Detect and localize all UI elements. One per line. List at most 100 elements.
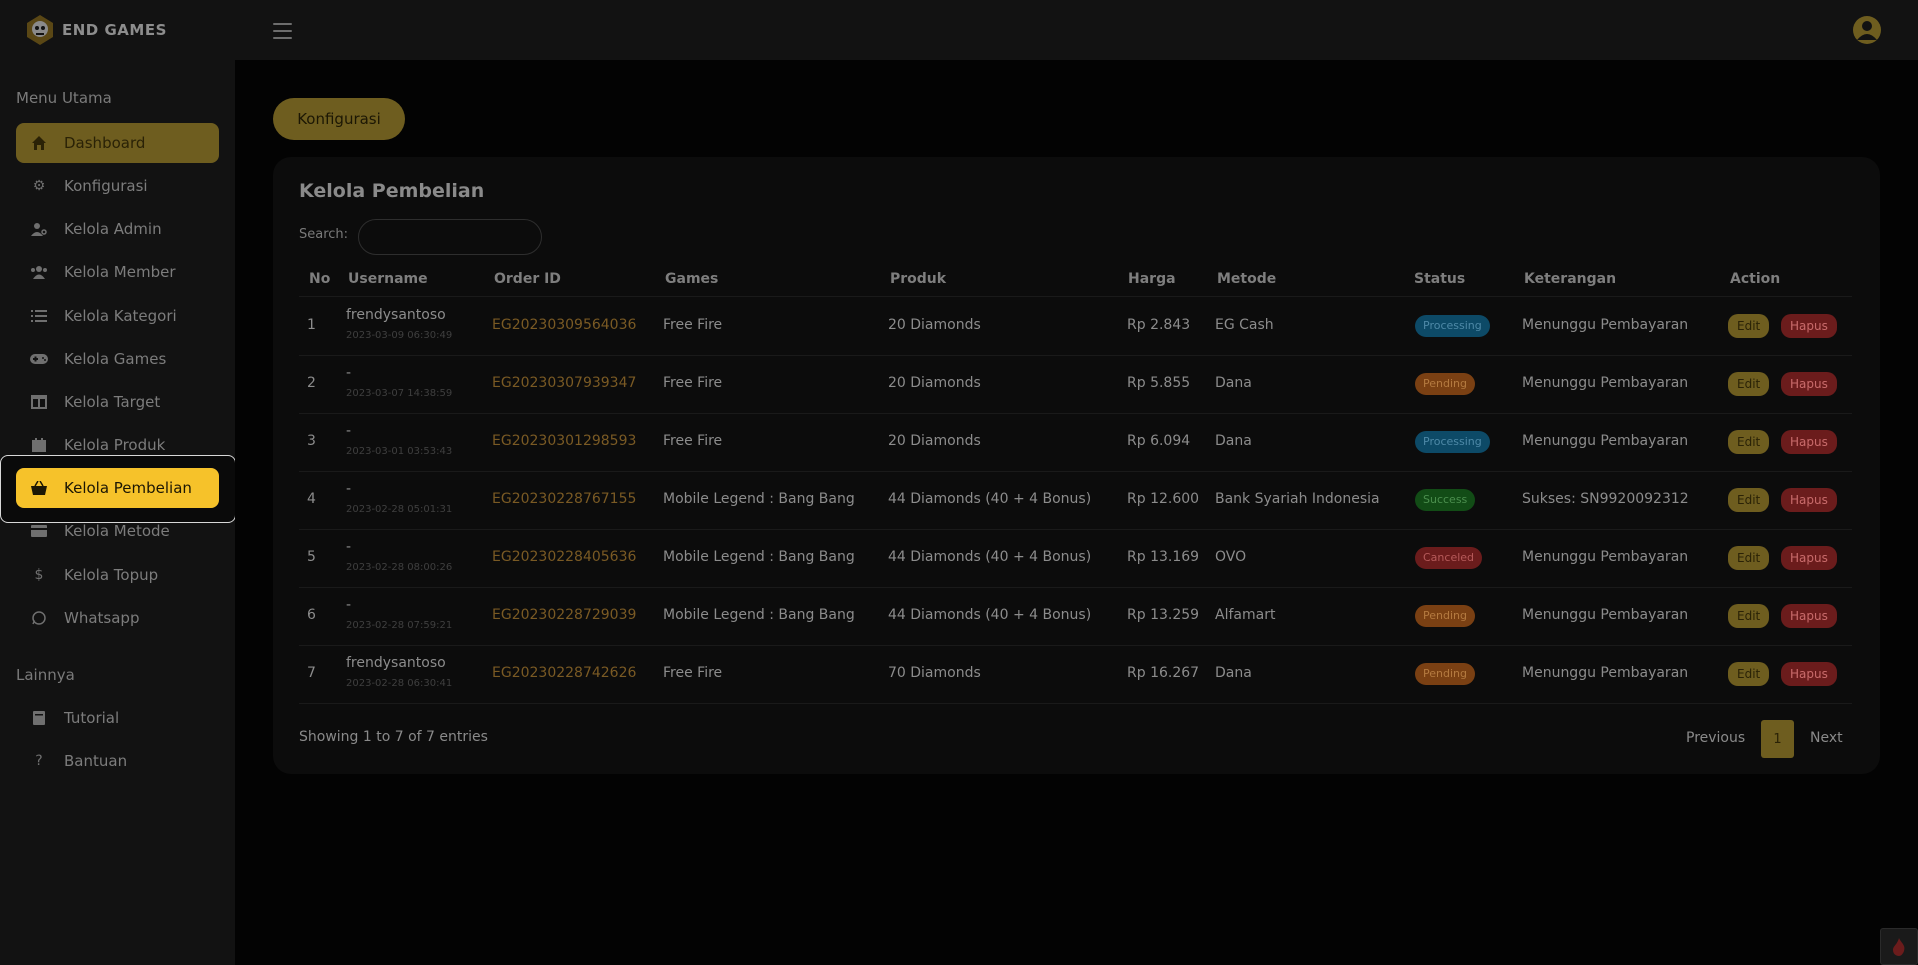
row-username: frendysantoso xyxy=(346,655,446,671)
search-label: Search: xyxy=(299,227,349,242)
row-number: 3 xyxy=(307,433,316,449)
sidebar-item-kelola-kategori[interactable]: Kelola Kategori xyxy=(16,296,219,336)
sidebar-item-label: Tutorial xyxy=(64,709,120,727)
row-order-id[interactable]: EG20230228767155 xyxy=(492,491,636,507)
row-order-id[interactable]: EG20230301298593 xyxy=(492,433,636,449)
edit-button[interactable]: Edit xyxy=(1728,546,1770,570)
row-order-id[interactable]: EG20230228405636 xyxy=(492,549,636,565)
edit-button[interactable]: Edit xyxy=(1728,372,1770,396)
row-order-id[interactable]: EG20230307939347 xyxy=(492,375,636,391)
calendar-icon xyxy=(30,436,48,454)
row-metode: Dana xyxy=(1215,375,1252,391)
sidebar-item-kelola-target[interactable]: Kelola Target xyxy=(16,382,219,422)
sidebar-item-label: Kelola Produk xyxy=(64,436,166,454)
row-harga: Rp 12.600 xyxy=(1127,491,1200,507)
row-produk: 44 Diamonds (40 + 4 Bonus) xyxy=(888,607,1092,623)
row-keterangan: Menunggu Pembayaran xyxy=(1522,607,1689,623)
edit-button[interactable]: Edit xyxy=(1728,488,1770,512)
basket-icon xyxy=(30,479,48,497)
sidebar-item-kelola-metode[interactable]: Kelola Metode xyxy=(16,511,219,551)
row-produk: 20 Diamonds xyxy=(888,433,981,449)
edit-button[interactable]: Edit xyxy=(1728,430,1770,454)
sidebar-item-whatsapp[interactable]: Whatsapp xyxy=(16,598,219,638)
sidebar-item-kelola-admin[interactable]: Kelola Admin xyxy=(16,209,219,249)
row-date: 2023-03-09 06:30:49 xyxy=(346,330,453,341)
sidebar-item-dashboard[interactable]: Dashboard xyxy=(16,123,219,163)
column-header-games[interactable]: Games xyxy=(665,271,718,287)
delete-button[interactable]: Hapus xyxy=(1781,604,1837,628)
delete-button[interactable]: Hapus xyxy=(1781,372,1837,396)
row-game: Free Fire xyxy=(663,317,723,333)
column-header-no[interactable]: No xyxy=(309,271,330,287)
sidebar-item-bantuan[interactable]: ? Bantuan xyxy=(16,741,219,781)
delete-button[interactable]: Hapus xyxy=(1781,488,1837,512)
sidebar-item-label: Kelola Target xyxy=(64,393,161,411)
row-number: 4 xyxy=(307,491,316,507)
row-date: 2023-02-28 08:00:26 xyxy=(346,562,453,573)
menu-toggle-icon[interactable] xyxy=(273,23,292,39)
row-game: Free Fire xyxy=(663,375,723,391)
row-order-id[interactable]: EG20230228729039 xyxy=(492,607,636,623)
entries-info: Showing 1 to 7 of 7 entries xyxy=(299,729,488,745)
row-metode: Dana xyxy=(1215,665,1252,681)
row-divider xyxy=(299,355,1852,356)
konfigurasi-button[interactable]: Konfigurasi xyxy=(273,98,405,140)
row-metode: OVO xyxy=(1215,549,1247,565)
pagination-next[interactable]: Next xyxy=(1810,730,1843,746)
search-input[interactable] xyxy=(358,219,542,255)
status-badge: Pending xyxy=(1415,373,1475,395)
user-avatar-icon[interactable] xyxy=(1852,15,1882,45)
row-username: - xyxy=(346,597,352,613)
row-produk: 44 Diamonds (40 + 4 Bonus) xyxy=(888,491,1092,507)
edit-button[interactable]: Edit xyxy=(1728,604,1770,628)
edit-button[interactable]: Edit xyxy=(1728,314,1770,338)
question-icon: ? xyxy=(35,753,43,769)
gamepad-icon xyxy=(30,350,48,368)
row-game: Mobile Legend : Bang Bang xyxy=(663,549,855,565)
row-keterangan: Menunggu Pembayaran xyxy=(1522,665,1689,681)
delete-button[interactable]: Hapus xyxy=(1781,662,1837,686)
column-header-keterangan[interactable]: Keterangan xyxy=(1524,271,1616,287)
delete-button[interactable]: Hapus xyxy=(1781,430,1837,454)
row-produk: 20 Diamonds xyxy=(888,375,981,391)
row-divider xyxy=(299,529,1852,530)
dollar-icon: $ xyxy=(34,567,44,583)
status-badge: Pending xyxy=(1415,605,1475,627)
edit-button[interactable]: Edit xyxy=(1728,662,1770,686)
sidebar-item-tutorial[interactable]: Tutorial xyxy=(16,698,219,738)
list-icon xyxy=(30,307,48,325)
row-order-id[interactable]: EG20230309564036 xyxy=(492,317,636,333)
sidebar-item-label: Kelola Games xyxy=(64,350,167,368)
sidebar-item-kelola-games[interactable]: Kelola Games xyxy=(16,339,219,379)
sidebar-item-kelola-member[interactable]: Kelola Member xyxy=(16,252,219,292)
header-divider xyxy=(299,296,1852,297)
row-date: 2023-02-28 06:30:41 xyxy=(346,678,453,689)
delete-button[interactable]: Hapus xyxy=(1781,546,1837,570)
row-username: frendysantoso xyxy=(346,307,446,323)
card-icon xyxy=(30,522,48,540)
sidebar-item-label: Whatsapp xyxy=(64,609,140,627)
row-game: Mobile Legend : Bang Bang xyxy=(663,491,855,507)
sidebar-item-konfigurasi[interactable]: ⚙ Konfigurasi xyxy=(16,166,219,206)
column-header-metode[interactable]: Metode xyxy=(1217,271,1276,287)
pagination-page-1[interactable]: 1 xyxy=(1761,720,1794,758)
row-harga: Rp 13.259 xyxy=(1127,607,1200,623)
row-username: - xyxy=(346,481,352,497)
row-username: - xyxy=(346,539,352,555)
row-order-id[interactable]: EG20230228742626 xyxy=(492,665,636,681)
row-harga: Rp 13.169 xyxy=(1127,549,1200,565)
row-date: 2023-02-28 07:59:21 xyxy=(346,620,453,631)
column-header-status[interactable]: Status xyxy=(1414,271,1465,287)
sidebar-item-kelola-pembelian[interactable]: Kelola Pembelian xyxy=(16,468,219,508)
flame-icon[interactable] xyxy=(1880,928,1918,965)
sidebar-item-label: Kelola Topup xyxy=(64,566,159,584)
column-header-order-id[interactable]: Order ID xyxy=(494,271,561,287)
sidebar-item-kelola-topup[interactable]: $ Kelola Topup xyxy=(16,555,219,595)
column-header-username[interactable]: Username xyxy=(348,271,428,287)
column-header-harga[interactable]: Harga xyxy=(1128,271,1176,287)
row-harga: Rp 5.855 xyxy=(1127,375,1191,391)
delete-button[interactable]: Hapus xyxy=(1781,314,1837,338)
column-header-produk[interactable]: Produk xyxy=(890,271,946,287)
pagination-previous[interactable]: Previous xyxy=(1686,730,1745,746)
brand[interactable]: END GAMES xyxy=(24,13,167,47)
